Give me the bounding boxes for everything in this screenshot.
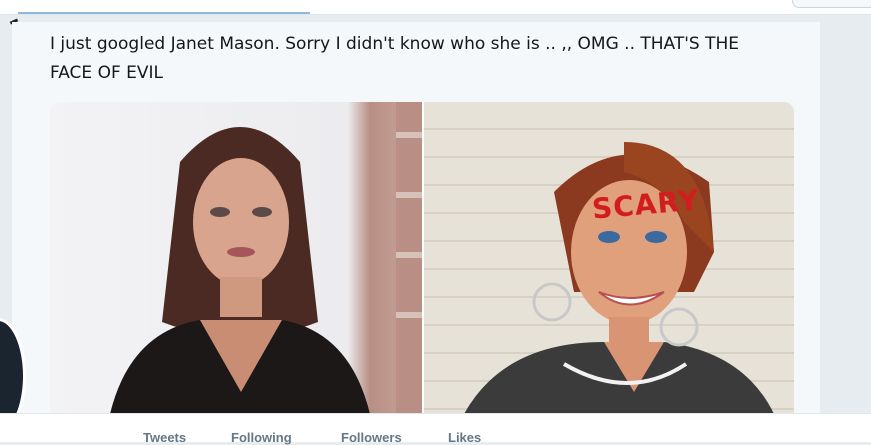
active-tab-indicator [18, 12, 310, 14]
tweet-photo-left[interactable] [50, 102, 422, 414]
tab-tweets[interactable]: Tweets [143, 430, 186, 445]
tweet-text-line-2: FACE OF EVIL [50, 63, 163, 83]
tweet-photo-right[interactable] [424, 102, 794, 414]
tweet-text-line-1: I just googled Janet Mason. Sorry I didn… [50, 34, 740, 54]
profile-stats-nav: Tweets Following Followers Likes [0, 413, 871, 445]
woman-portrait-left [110, 102, 422, 414]
woman-portrait-right [464, 142, 774, 414]
tab-followers[interactable]: Followers [341, 430, 402, 445]
tab-likes[interactable]: Likes [448, 430, 481, 445]
tweet-text: I just googled Janet Mason. Sorry I didn… [50, 30, 810, 88]
top-bar [0, 0, 871, 15]
tab-following[interactable]: Following [231, 430, 292, 445]
search-input[interactable] [792, 0, 871, 8]
